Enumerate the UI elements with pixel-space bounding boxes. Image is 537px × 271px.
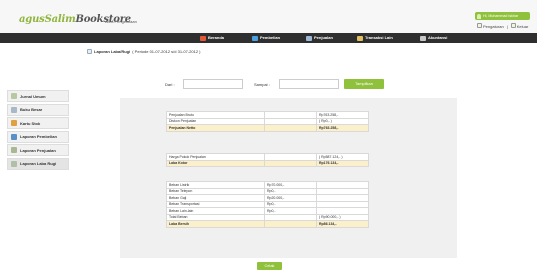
table-row-total: Laba Kotor Rp176.134,- [166,159,369,167]
from-date-input[interactable] [183,79,243,89]
to-label: Sampai : [254,81,270,87]
nav-akuntansi[interactable]: Akuntansi [420,33,447,43]
sidebar: Jurnal Umum Buku Besar Kartu Stok Lapora… [7,90,69,171]
top-links-separator: | [506,23,508,29]
home-icon [200,35,206,41]
main-navbar: Beranda Pembelian Penjualan Transaksi La… [0,33,537,43]
print-button[interactable]: Cetak [257,262,282,270]
logout-link[interactable]: Keluar [510,23,528,29]
sales-report-icon [11,147,17,153]
settings-link[interactable]: Pengaturan [477,23,504,29]
nav-pembelian[interactable]: Pembelian [252,33,280,43]
table-row-total: Penjualan Netto Rp763.258,- [166,124,369,132]
user-badge[interactable]: Hi, Muhammad Iskhar [475,12,530,20]
to-date-input[interactable] [279,79,339,89]
sidebar-item-kartu-stok[interactable]: Kartu Stok [7,117,69,129]
cart-icon [252,35,258,41]
table-row-total: Laba Bersih Rp86.134,- [166,220,369,228]
breadcrumb: Laporan Laba/Rugi ( Periode 01-07-2012 s… [87,49,201,54]
profit-report-icon [11,160,17,167]
journal-icon [11,93,17,99]
nav-penjualan[interactable]: Penjualan [306,33,333,43]
sidebar-item-laporan-pembelian[interactable]: Laporan Pembelian [7,130,69,143]
ledger-icon [11,106,17,113]
report-icon [87,49,92,54]
user-icon [420,35,426,41]
logo-subtitle: Area Pengelolaan [105,19,137,24]
header: agusSalimBookstore Area Pengelolaan Hi, … [0,0,537,33]
sales-table: Penjualan Bruto Rp763.258,- Diskon Penjua… [166,111,369,132]
nav-beranda[interactable]: Beranda [200,33,224,43]
settings-icon [477,23,482,28]
page-title: Laporan Laba/Rugi [94,49,131,54]
pencil-icon [357,35,363,41]
top-links: Pengaturan | Keluar [477,23,528,29]
nav-transaksi-lain[interactable]: Transaksi Lain [357,33,393,43]
cogs-table: Harga Pokok Penjualan( Rp587.124,- ) Lab… [166,153,369,167]
sidebar-item-laporan-laba-rugi[interactable]: Laporan Laba Rugi [7,157,69,170]
from-label: Dari : [165,81,175,87]
sidebar-item-buku-besar[interactable]: Buku Besar [7,103,69,116]
page-period: ( Periode 01-07-2012 s/d 31-07-2012 ) [132,49,201,54]
sidebar-item-laporan-penjualan[interactable]: Laporan Penjualan [7,144,69,156]
invoice-icon [306,35,312,41]
user-icon [477,13,481,19]
expense-table: Beban Listrik Rp70.000,- Beban Telepon Rp0… [166,181,369,228]
user-name: Hi, Muhammad Iskhar [483,14,519,18]
purchase-report-icon [11,133,17,140]
stock-icon [11,120,17,126]
sidebar-item-jurnal-umum[interactable]: Jurnal Umum [7,90,69,102]
show-button[interactable]: Tampilkan [344,79,384,89]
logout-icon [510,23,516,28]
